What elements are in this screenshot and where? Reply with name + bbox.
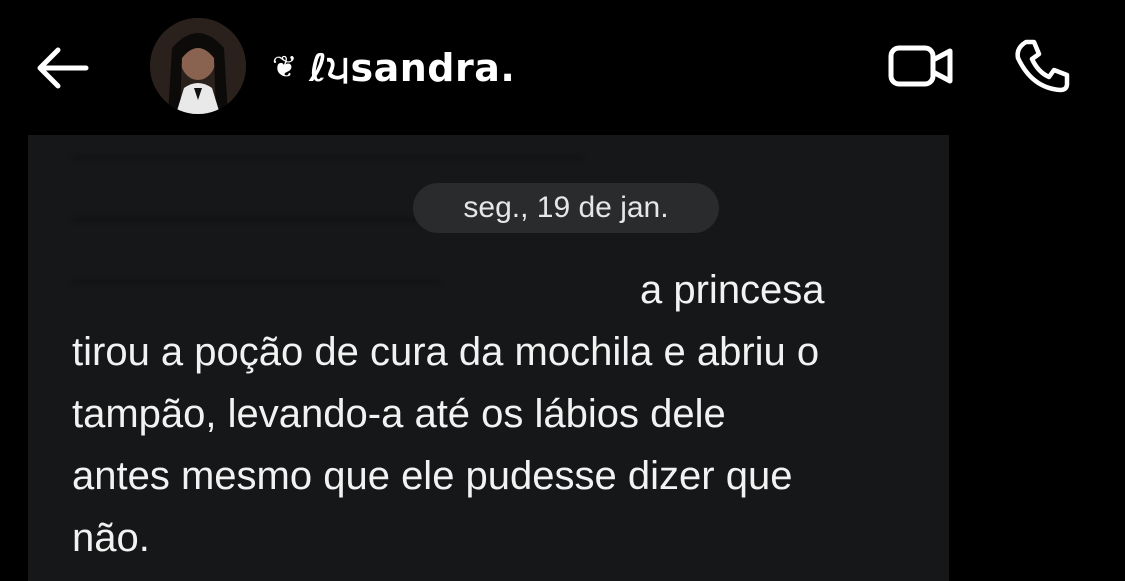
voice-call-button[interactable]	[1012, 38, 1072, 94]
message-line: não.	[72, 516, 150, 560]
message-line: a princesa	[640, 268, 825, 312]
phone-icon	[1015, 39, 1070, 93]
video-camera-icon	[888, 45, 953, 87]
avatar[interactable]	[150, 18, 246, 114]
message-line: tirou a poção de cura da mochila e abriu…	[72, 330, 820, 374]
back-button[interactable]	[34, 44, 90, 92]
chat-header: ❦ ℓ੫sandra.	[0, 0, 1125, 135]
contact-name-row[interactable]: ❦ ℓ੫sandra.	[272, 44, 515, 92]
contact-name: ℓ੫sandra.	[309, 45, 516, 90]
date-separator: seg., 19 de jan.	[413, 183, 719, 233]
avatar-image	[150, 18, 246, 114]
message-text: a princesa tirou a poção de cura da moch…	[72, 259, 922, 569]
message-line: antes mesmo que ele pudesse dizer que	[72, 454, 793, 498]
message-line: tampão, levando-a até os lábios dele	[72, 392, 726, 436]
obscured-text: ──────────────────	[72, 135, 583, 179]
heart-emoji-icon: ❦	[272, 50, 298, 85]
video-call-button[interactable]	[888, 42, 954, 90]
arrow-left-icon	[37, 47, 89, 89]
